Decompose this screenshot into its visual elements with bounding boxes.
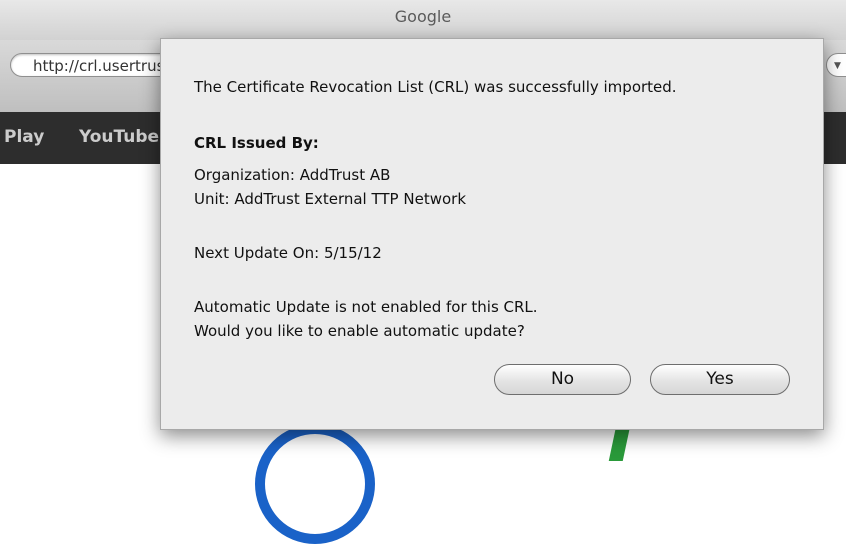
google-bar-item-play[interactable]: Play (4, 127, 44, 147)
auto-update-question: Would you like to enable automatic updat… (194, 322, 525, 340)
crl-import-dialog: The Certificate Revocation List (CRL) wa… (160, 38, 824, 430)
auto-update-notice: Automatic Update is not enabled for this… (194, 298, 538, 316)
chevron-down-icon[interactable]: ▼ (834, 62, 841, 71)
issued-by-heading: CRL Issued By: (194, 134, 319, 152)
window-title: Google (394, 7, 452, 26)
organization-label: Organization: AddTrust AB (194, 166, 391, 184)
window-titlebar: Google (0, 0, 846, 40)
google-bar-item-youtube[interactable]: YouTube (79, 127, 159, 147)
yes-button[interactable]: Yes (650, 364, 790, 395)
no-button[interactable]: No (494, 364, 631, 395)
unit-label: Unit: AddTrust External TTP Network (194, 190, 466, 208)
dialog-message: The Certificate Revocation List (CRL) wa… (194, 78, 677, 96)
google-logo-letter-g (255, 424, 375, 544)
next-update-label: Next Update On: 5/15/12 (194, 244, 382, 262)
